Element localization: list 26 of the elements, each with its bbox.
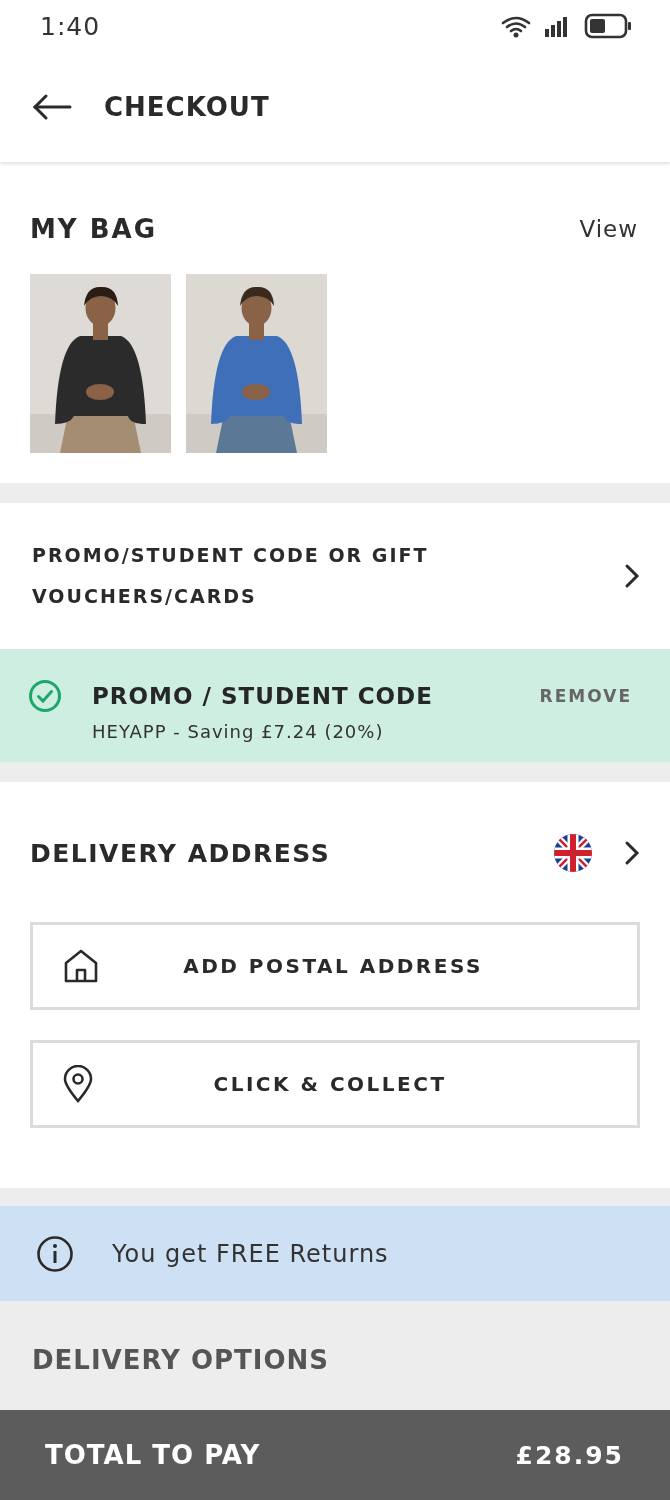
back-button[interactable]	[32, 93, 72, 121]
flag-icon	[554, 834, 592, 872]
chevron-right-icon	[624, 840, 640, 866]
section-heading: MY BAG	[30, 214, 159, 244]
screen-title: CHECKOUT	[104, 92, 270, 122]
view-link[interactable]: View	[579, 216, 638, 242]
house-icon	[63, 948, 99, 984]
total-amount: £28.95	[515, 1440, 624, 1470]
address-option-button[interactable]: ADD POSTAL ADDRESS	[30, 922, 640, 1010]
address-option-button[interactable]: CLICK & COLLECT	[30, 1040, 640, 1128]
remove-button[interactable]: REMOVE	[539, 686, 632, 706]
promo-detail: HEYAPP - Saving £7.24 (20%)	[92, 721, 385, 742]
info-text: You get FREE Returns	[112, 1239, 389, 1268]
promo-title: PROMO / STUDENT CODE	[92, 683, 434, 709]
info-icon	[36, 1234, 74, 1273]
total-label: TOTAL TO PAY	[45, 1440, 262, 1470]
promo-code-row[interactable]: PROMO/STUDENT CODE OR GIFT VOUCHERS/CARDS	[0, 503, 670, 649]
section-heading: DELIVERY ADDRESS	[30, 838, 332, 868]
location-pin-icon	[63, 1065, 93, 1103]
section-heading: DELIVERY OPTIONS	[31, 1344, 331, 1375]
check-circle-icon	[28, 679, 62, 713]
chevron-right-icon	[624, 563, 640, 589]
battery-icon	[584, 13, 632, 39]
wifi-icon	[500, 14, 532, 38]
back-arrow-icon	[32, 93, 72, 121]
status-time: 1:40	[40, 11, 102, 41]
